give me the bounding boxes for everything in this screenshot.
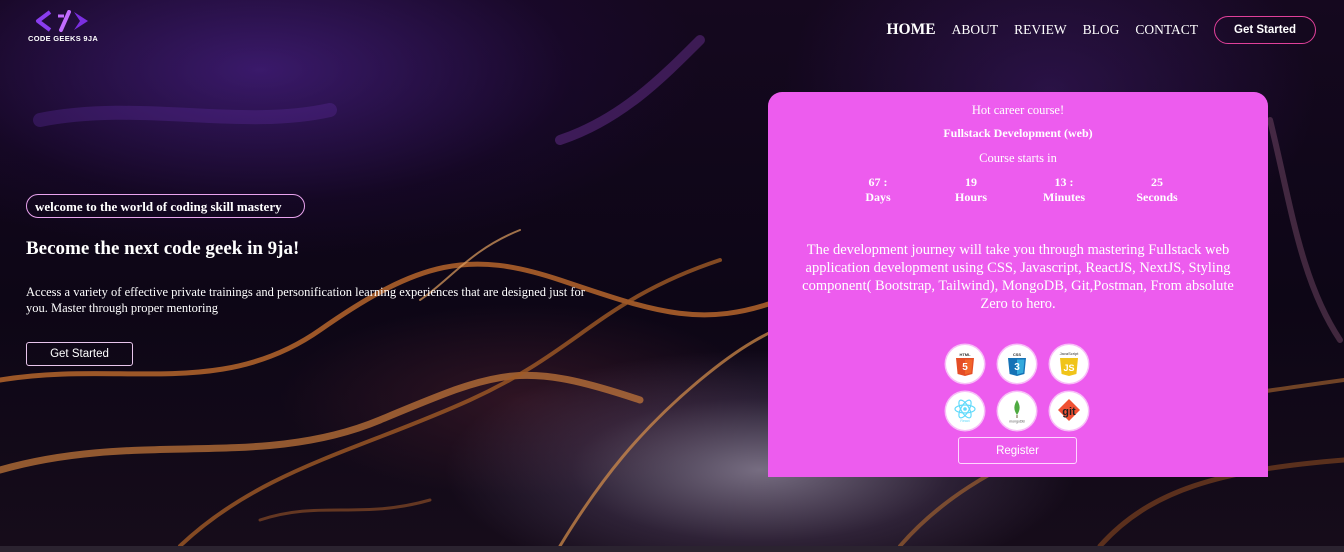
- mongodb-icon: mongoDB: [998, 392, 1036, 430]
- countdown-hours-unit: Hours: [954, 190, 987, 204]
- main-nav: HOME ABOUT REVIEW BLOG CONTACT Get Start…: [871, 16, 1316, 44]
- hero-get-started-button[interactable]: Get Started: [26, 342, 133, 366]
- nav-link-contact[interactable]: CONTACT: [1135, 22, 1198, 38]
- course-title: Fullstack Development (web): [943, 126, 1093, 140]
- javascript-icon: JavaScript JS: [1050, 345, 1088, 383]
- css3-icon: CSS 3: [998, 345, 1036, 383]
- course-starts-label: Course starts in: [979, 151, 1057, 165]
- svg-text:JS: JS: [1063, 363, 1074, 373]
- git-icon: git: [1050, 392, 1088, 430]
- countdown-hours-value: 19: [965, 175, 977, 189]
- svg-text:5: 5: [962, 362, 968, 373]
- countdown-seconds-value: 25: [1151, 175, 1163, 189]
- countdown-minutes: 13 : Minutes: [1034, 175, 1094, 205]
- countdown-hours: 19 Hours: [941, 175, 1001, 205]
- course-tag: Hot career course!: [971, 103, 1065, 117]
- nav-link-blog[interactable]: BLOG: [1083, 22, 1120, 38]
- svg-text:mongoDB: mongoDB: [1009, 420, 1025, 424]
- countdown-days: 67 : Days: [848, 175, 908, 205]
- svg-text:3: 3: [1014, 362, 1020, 373]
- nav-get-started-button[interactable]: Get Started: [1214, 16, 1316, 44]
- nav-link-about[interactable]: ABOUT: [952, 22, 999, 38]
- svg-text:git: git: [1062, 406, 1076, 418]
- nav-link-home[interactable]: HOME: [887, 21, 936, 39]
- logo[interactable]: CODE GEEKS 9JA: [28, 10, 108, 46]
- svg-text:JavaScript: JavaScript: [1060, 351, 1080, 356]
- countdown-days-value: 67 :: [868, 175, 888, 189]
- svg-text:React: React: [960, 419, 969, 423]
- nav-link-review[interactable]: REVIEW: [1014, 22, 1066, 38]
- countdown-minutes-unit: Minutes: [1043, 190, 1085, 204]
- countdown-days-unit: Days: [865, 190, 891, 204]
- svg-text:CSS: CSS: [1013, 352, 1022, 357]
- code-brackets-logo-icon: [36, 10, 88, 32]
- countdown-minutes-value: 13 :: [1054, 175, 1074, 189]
- hero-description: Access a variety of effective private tr…: [26, 285, 585, 315]
- react-icon: React: [946, 392, 984, 430]
- brand-name: CODE GEEKS 9JA: [28, 34, 99, 43]
- countdown-seconds-unit: Seconds: [1136, 190, 1178, 204]
- register-button[interactable]: Register: [958, 437, 1077, 464]
- svg-text:HTML: HTML: [959, 352, 971, 357]
- html5-icon: HTML 5: [946, 345, 984, 383]
- bottom-strip: [0, 546, 1344, 552]
- course-card: Hot career course! Fullstack Development…: [768, 92, 1268, 477]
- hero-headline: Become the next code geek in 9ja!: [26, 238, 300, 259]
- welcome-tagline-pill: welcome to the world of coding skill mas…: [26, 194, 305, 218]
- countdown-seconds: 25 Seconds: [1127, 175, 1187, 205]
- course-description: The development journey will take you th…: [802, 242, 1234, 312]
